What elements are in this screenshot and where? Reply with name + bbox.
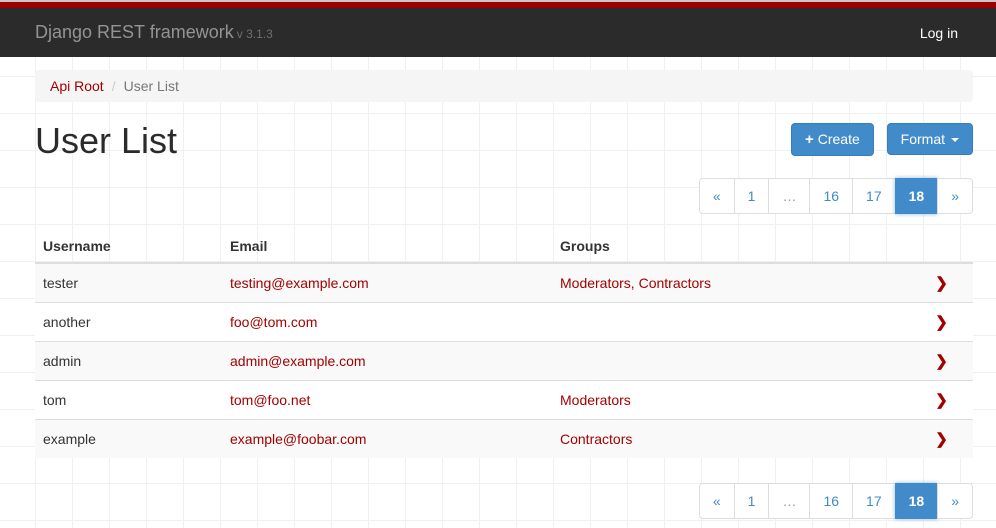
username-cell: tester: [35, 263, 222, 303]
brand-link[interactable]: Django REST frameworkv 3.1.3: [35, 22, 273, 43]
page-first-button[interactable]: «: [699, 178, 735, 214]
main-container: Api Root / User List User List +Create F…: [35, 70, 973, 519]
table-row: another foo@tom.com ❯: [35, 303, 973, 342]
page-ellipsis: …: [768, 483, 810, 519]
breadcrumb-separator: /: [104, 78, 124, 94]
column-header-detail: [910, 230, 973, 263]
chevron-right-icon[interactable]: ❯: [935, 392, 948, 409]
username-cell: tom: [35, 381, 222, 420]
page-18-button-active[interactable]: 18: [895, 178, 939, 214]
column-header-groups: Groups: [552, 230, 910, 263]
table-row: tom tom@foo.net Moderators ❯: [35, 381, 973, 420]
groups-link[interactable]: Contractors: [560, 431, 632, 447]
toolbar: +Create Format: [791, 123, 973, 156]
email-link[interactable]: testing@example.com: [230, 275, 369, 291]
table-row: tester testing@example.com Moderators, C…: [35, 263, 973, 303]
breadcrumb: Api Root / User List: [35, 70, 973, 102]
page-next-button[interactable]: »: [937, 483, 973, 519]
pagination-bottom: « 1 … 16 17 18 »: [699, 483, 973, 519]
chevron-right-icon[interactable]: ❯: [935, 314, 948, 331]
chevron-right-icon[interactable]: ❯: [935, 275, 948, 292]
breadcrumb-item-api-root[interactable]: Api Root: [50, 78, 104, 94]
pagination-bottom-row: « 1 … 16 17 18 »: [35, 483, 973, 519]
version-label: v 3.1.3: [237, 27, 273, 41]
login-link[interactable]: Log in: [920, 25, 958, 41]
page-16-button[interactable]: 16: [809, 483, 853, 519]
email-link[interactable]: example@foobar.com: [230, 431, 366, 447]
email-link[interactable]: tom@foo.net: [230, 392, 310, 408]
column-header-email: Email: [222, 230, 552, 263]
create-button[interactable]: +Create: [791, 123, 874, 156]
table-row: admin admin@example.com ❯: [35, 342, 973, 381]
groups-link[interactable]: Moderators: [560, 392, 631, 408]
page-1-button[interactable]: 1: [734, 178, 770, 214]
page-first-button[interactable]: «: [699, 483, 735, 519]
chevron-right-icon[interactable]: ❯: [935, 431, 948, 448]
chevron-right-icon[interactable]: ❯: [935, 353, 948, 370]
pagination-top-row: « 1 … 16 17 18 »: [35, 178, 973, 214]
brand-label: Django REST framework: [35, 22, 234, 42]
page-17-button[interactable]: 17: [852, 178, 896, 214]
username-cell: example: [35, 420, 222, 459]
groups-link[interactable]: Moderators, Contractors: [560, 275, 711, 291]
page-ellipsis: …: [768, 178, 810, 214]
page-1-button[interactable]: 1: [734, 483, 770, 519]
table-header-row: Username Email Groups: [35, 230, 973, 263]
caret-down-icon: [951, 138, 959, 142]
page-title: User List: [35, 120, 177, 161]
pagination-top: « 1 … 16 17 18 »: [699, 178, 973, 214]
page-next-button[interactable]: »: [937, 178, 973, 214]
format-dropdown-button[interactable]: Format: [887, 123, 973, 155]
username-cell: admin: [35, 342, 222, 381]
format-button-label: Format: [901, 131, 945, 147]
users-table: Username Email Groups tester testing@exa…: [35, 230, 973, 458]
breadcrumb-item-user-list: User List: [124, 78, 179, 94]
page-header-row: User List +Create Format: [35, 118, 973, 161]
username-cell: another: [35, 303, 222, 342]
table-row: example example@foobar.com Contractors ❯: [35, 420, 973, 459]
email-link[interactable]: foo@tom.com: [230, 314, 317, 330]
page-18-button-active[interactable]: 18: [895, 483, 939, 519]
create-button-label: Create: [818, 131, 860, 147]
page-16-button[interactable]: 16: [809, 178, 853, 214]
email-link[interactable]: admin@example.com: [230, 353, 366, 369]
plus-icon: +: [805, 131, 814, 148]
page-17-button[interactable]: 17: [852, 483, 896, 519]
navbar: Django REST frameworkv 3.1.3 Log in: [0, 8, 996, 57]
column-header-username: Username: [35, 230, 222, 263]
